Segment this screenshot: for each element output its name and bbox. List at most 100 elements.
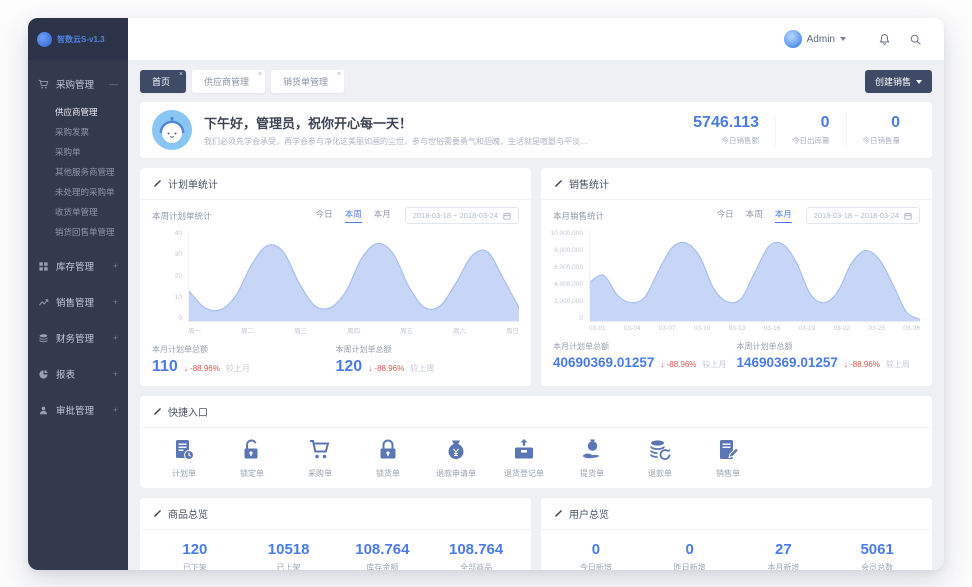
quick-entry-lock-order[interactable]: 锁定单 (218, 438, 286, 479)
card-header: 商品总览 (140, 498, 531, 530)
trend-icon (38, 297, 49, 308)
user-stats: 0 今日新增 0 昨日新增 27 本月新增 5061 (541, 530, 932, 570)
sidebar-subitem-purchase-order[interactable]: 采购单 (28, 142, 128, 162)
expand-icon[interactable]: + (113, 333, 118, 343)
area-chart-sales: 10,000,0008,000,0006,000,0004,000,0002,0… (541, 228, 932, 322)
card-header: 销售统计 (541, 168, 932, 200)
sidebar-item-audit[interactable]: 审批管理 + (28, 392, 128, 428)
greeting: 下午好，管理员，祝你开心每一天！ 我们必须先学会承受，再学会参与净化这美丽如画的… (204, 113, 594, 147)
greeting-subtitle: 我们必须先学会承受，再学会参与净化这美丽如画的尘世，参与世俗需要勇气和胆魄，生活… (204, 136, 594, 147)
period-month[interactable]: 本月 (775, 208, 792, 223)
x-axis-labels: 周一周二周三周四周五周六周日 (140, 322, 531, 335)
product-stats: 120 已下架 10518 已上架 108.764 库存金额 108.764 (140, 530, 531, 570)
search-button[interactable] (905, 33, 926, 46)
cart-icon (38, 79, 49, 90)
sidebar-item-label: 销售管理 (56, 295, 94, 309)
date-range-picker[interactable]: 2018-03-18 ~ 2018-03-24 (806, 207, 920, 224)
close-icon[interactable]: × (179, 70, 183, 79)
period-month[interactable]: 本月 (374, 208, 391, 223)
chart-summary: 本月计划单总额 110 ↓ -88.96% 较上月 本周计划单总额 120 (140, 335, 531, 386)
logo-text: 智数云S-v1.3 (57, 34, 105, 45)
sidebar: 智数云S-v1.3 采购管理 — 供应商管理 采购发票 采购单 其他服务商管理 … (28, 18, 128, 570)
sidebar-item-inventory[interactable]: 库存管理 + (28, 248, 128, 284)
expand-icon[interactable]: + (113, 297, 118, 307)
sidebar-item-purchase[interactable]: 采购管理 — (28, 66, 128, 102)
sidebar-item-finance[interactable]: 财务管理 + (28, 320, 128, 356)
stat-stock-amount: 108.764 库存金额 (336, 541, 430, 570)
card-title: 商品总览 (168, 506, 208, 521)
coins-refresh-icon (648, 438, 672, 462)
quick-entry-lock-goods[interactable]: 锁货单 (354, 438, 422, 479)
grid-icon (38, 261, 49, 272)
logo-icon (37, 32, 52, 47)
sidebar-item-label: 审批管理 (56, 403, 94, 417)
summary-value: 40690369.01257 (553, 355, 654, 370)
card-title: 销售统计 (569, 176, 609, 191)
user-menu[interactable]: Admin (784, 30, 846, 48)
quick-entry-plan-order[interactable]: 计划单 (150, 438, 218, 479)
area-chart-plan: 403020100 (140, 228, 531, 322)
notifications-button[interactable] (874, 33, 895, 46)
stat-new-yesterday: 0 昨日新增 (643, 541, 737, 570)
quick-entry-pickup-order[interactable]: 提货单 (558, 438, 626, 479)
sidebar-subitem-pending-purchase[interactable]: 未处理的采购单 (28, 182, 128, 202)
main-area: Admin 首页 × 供应商管理 × (128, 18, 944, 570)
sidebar-subitem-receipt-mgmt[interactable]: 收货单管理 (28, 202, 128, 222)
card-header: 快捷入口 (140, 396, 932, 428)
user-overview-card: 用户总览 0 今日新增 0 昨日新增 27 本月新增 (541, 498, 932, 570)
change-down: ↓ -88.96% (184, 364, 220, 373)
tab-home[interactable]: 首页 × (140, 70, 186, 93)
sidebar-item-reports[interactable]: 报表 + (28, 356, 128, 392)
product-overview-card: 商品总览 120 已下架 10518 已上架 108.764 (140, 498, 531, 570)
period-week[interactable]: 本周 (746, 208, 763, 223)
sidebar-item-sales[interactable]: 销售管理 + (28, 284, 128, 320)
lock-icon (376, 438, 400, 462)
change-down: ↓ -88.96% (844, 360, 880, 369)
chart-plot (188, 230, 519, 322)
stat-today-sales-amount: 5746.113 今日销售额 (677, 114, 775, 146)
lock-open-icon (240, 438, 264, 462)
sidebar-subitem-suppliers[interactable]: 供应商管理 (28, 102, 128, 122)
expand-icon[interactable]: + (113, 405, 118, 415)
period-week[interactable]: 本周 (345, 208, 362, 223)
quick-entry-purchase-order[interactable]: 采购单 (286, 438, 354, 479)
sidebar-subitem-sales-return[interactable]: 销货回售单管理 (28, 222, 128, 242)
close-icon[interactable]: × (258, 70, 262, 79)
sidebar-subitem-other-providers[interactable]: 其他服务商管理 (28, 162, 128, 182)
y-axis-labels: 403020100 (148, 230, 188, 322)
chart-subtitle: 本周计划单统计 (152, 210, 212, 222)
quick-entry-return-register[interactable]: 退货登记单 (490, 438, 558, 479)
stat-new-month: 27 本月新增 (737, 541, 831, 570)
quick-entry-sales-order[interactable]: 销售单 (694, 438, 762, 479)
charts-row: 计划单统计 本周计划单统计 今日 本周 本月 2018-03-18 ~ 2018… (140, 168, 932, 386)
chevron-down-icon (840, 37, 846, 41)
period-today[interactable]: 今日 (316, 208, 333, 223)
sidebar-item-label: 财务管理 (56, 331, 94, 345)
expand-icon[interactable]: + (113, 261, 118, 271)
calendar-icon (904, 212, 912, 220)
coin-icon (38, 333, 49, 344)
calendar-icon (503, 212, 511, 220)
card-header: 计划单统计 (140, 168, 531, 200)
sidebar-subitem-purchase-invoice[interactable]: 采购发票 (28, 122, 128, 142)
quick-entry-refund-request[interactable]: 退款申请单 (422, 438, 490, 479)
expand-icon[interactable]: + (113, 369, 118, 379)
period-today[interactable]: 今日 (717, 208, 734, 223)
quick-entry-refund-order[interactable]: 退款单 (626, 438, 694, 479)
collapse-icon[interactable]: — (109, 79, 118, 89)
create-sale-button[interactable]: 创建销售 (865, 70, 932, 93)
content: 首页 × 供应商管理 × 销货单管理 × 创建销售 (128, 60, 944, 570)
date-range-picker[interactable]: 2018-03-18 ~ 2018-03-24 (405, 207, 519, 224)
stat-today-sales-count: 0 今日销售量 (846, 114, 917, 146)
search-icon (909, 33, 922, 46)
tab-sales-order[interactable]: 销货单管理 × (271, 70, 344, 93)
close-icon[interactable]: × (337, 70, 341, 79)
sidebar-item-label: 库存管理 (56, 259, 94, 273)
stat-total-members: 5061 会员总数 (830, 541, 924, 570)
mascot-avatar (152, 110, 192, 150)
bell-icon (878, 33, 891, 46)
user-icon (38, 405, 49, 416)
logo: 智数云S-v1.3 (28, 18, 128, 60)
y-axis-labels: 10,000,0008,000,0006,000,0004,000,0002,0… (549, 230, 589, 322)
tab-suppliers[interactable]: 供应商管理 × (192, 70, 265, 93)
